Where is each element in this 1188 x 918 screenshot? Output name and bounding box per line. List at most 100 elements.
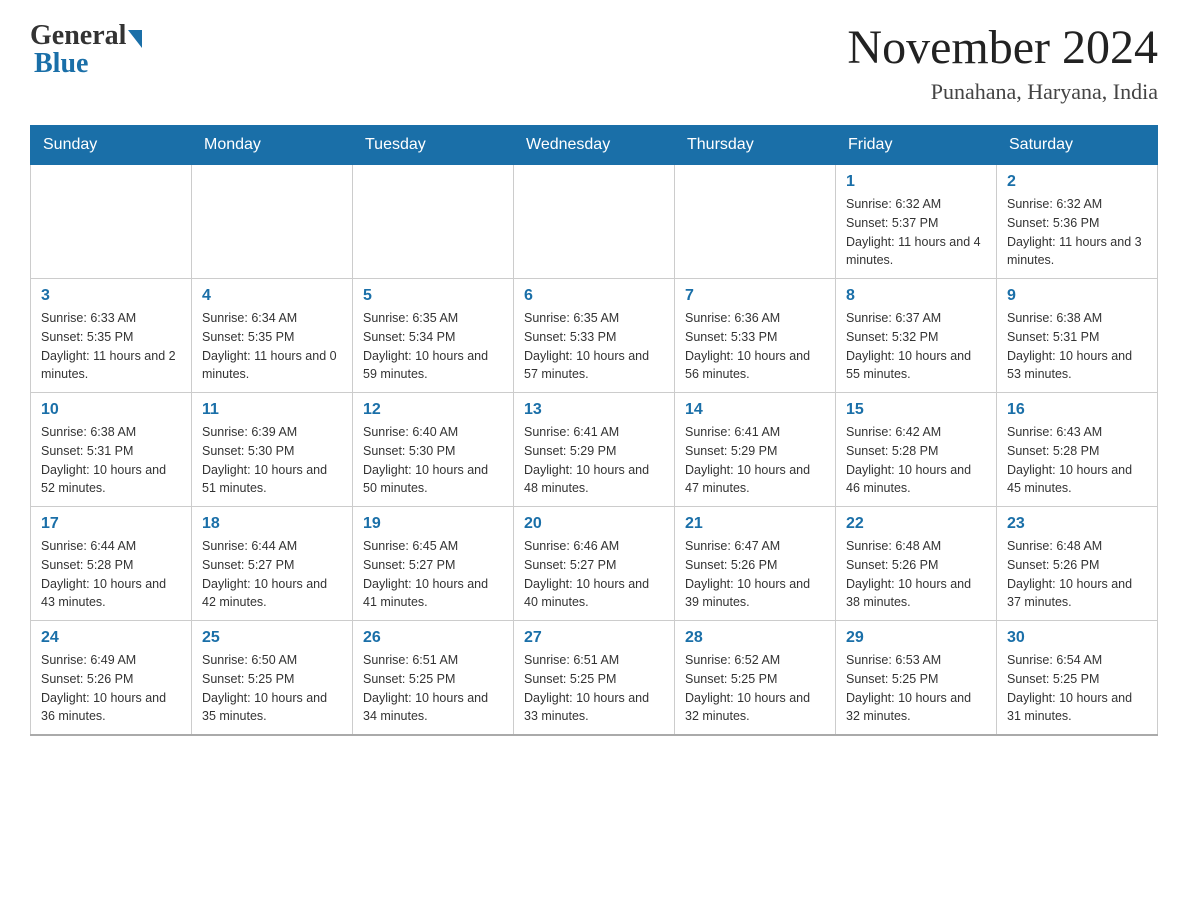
day-info: Sunrise: 6:35 AM Sunset: 5:34 PM Dayligh… (363, 309, 503, 384)
day-number: 21 (685, 515, 825, 533)
day-info: Sunrise: 6:44 AM Sunset: 5:28 PM Dayligh… (41, 537, 181, 612)
calendar-cell: 29 Sunrise: 6:53 AM Sunset: 5:25 PM Dayli… (836, 621, 997, 736)
day-info: Sunrise: 6:46 AM Sunset: 5:27 PM Dayligh… (524, 537, 664, 612)
calendar-cell: 16 Sunrise: 6:43 AM Sunset: 5:28 PM Dayli… (997, 393, 1158, 507)
calendar-cell (675, 165, 836, 279)
calendar-cell: 24Sunrise: 6:49 AM Sunset: 5:26 PM Dayli… (31, 621, 192, 736)
logo: General Blue (30, 20, 142, 80)
calendar-cell: 3 Sunrise: 6:33 AM Sunset: 5:35 PM Daylig… (31, 279, 192, 393)
calendar-week-1: 1 Sunrise: 6:32 AM Sunset: 5:37 PM Daylig… (31, 165, 1158, 279)
calendar-header-row: SundayMondayTuesdayWednesdayThursdayFrid… (31, 126, 1158, 165)
calendar-cell: 17 Sunrise: 6:44 AM Sunset: 5:28 PM Dayli… (31, 507, 192, 621)
day-number: 14 (685, 401, 825, 419)
calendar-cell: 12 Sunrise: 6:40 AM Sunset: 5:30 PM Dayli… (353, 393, 514, 507)
calendar-cell: 18 Sunrise: 6:44 AM Sunset: 5:27 PM Dayli… (192, 507, 353, 621)
day-number: 10 (41, 401, 181, 419)
weekday-header-tuesday: Tuesday (353, 126, 514, 165)
calendar-cell: 19 Sunrise: 6:45 AM Sunset: 5:27 PM Dayli… (353, 507, 514, 621)
title-area: November 2024 Punahana, Haryana, India (847, 20, 1158, 105)
day-info: Sunrise: 6:41 AM Sunset: 5:29 PM Dayligh… (685, 423, 825, 498)
day-info: Sunrise: 6:52 AM Sunset: 5:25 PM Dayligh… (685, 651, 825, 726)
calendar-cell: 25 Sunrise: 6:50 AM Sunset: 5:25 PM Dayli… (192, 621, 353, 736)
calendar-cell (353, 165, 514, 279)
day-info: Sunrise: 6:33 AM Sunset: 5:35 PM Dayligh… (41, 309, 181, 384)
location-text: Punahana, Haryana, India (847, 79, 1158, 105)
day-info: Sunrise: 6:38 AM Sunset: 5:31 PM Dayligh… (1007, 309, 1147, 384)
day-number: 25 (202, 629, 342, 647)
day-info: Sunrise: 6:36 AM Sunset: 5:33 PM Dayligh… (685, 309, 825, 384)
day-info: Sunrise: 6:39 AM Sunset: 5:30 PM Dayligh… (202, 423, 342, 498)
day-info: Sunrise: 6:32 AM Sunset: 5:37 PM Dayligh… (846, 195, 986, 270)
day-number: 9 (1007, 287, 1147, 305)
calendar-cell (192, 165, 353, 279)
calendar-table: SundayMondayTuesdayWednesdayThursdayFrid… (30, 125, 1158, 736)
calendar-cell: 11 Sunrise: 6:39 AM Sunset: 5:30 PM Dayli… (192, 393, 353, 507)
day-info: Sunrise: 6:37 AM Sunset: 5:32 PM Dayligh… (846, 309, 986, 384)
weekday-header-friday: Friday (836, 126, 997, 165)
day-info: Sunrise: 6:40 AM Sunset: 5:30 PM Dayligh… (363, 423, 503, 498)
calendar-cell: 9 Sunrise: 6:38 AM Sunset: 5:31 PM Daylig… (997, 279, 1158, 393)
calendar-cell: 10 Sunrise: 6:38 AM Sunset: 5:31 PM Dayli… (31, 393, 192, 507)
page-header: General Blue November 2024 Punahana, Har… (30, 20, 1158, 105)
day-number: 12 (363, 401, 503, 419)
calendar-cell: 20Sunrise: 6:46 AM Sunset: 5:27 PM Dayli… (514, 507, 675, 621)
day-number: 7 (685, 287, 825, 305)
day-info: Sunrise: 6:43 AM Sunset: 5:28 PM Dayligh… (1007, 423, 1147, 498)
calendar-week-5: 24Sunrise: 6:49 AM Sunset: 5:26 PM Dayli… (31, 621, 1158, 736)
calendar-cell: 4 Sunrise: 6:34 AM Sunset: 5:35 PM Daylig… (192, 279, 353, 393)
day-info: Sunrise: 6:45 AM Sunset: 5:27 PM Dayligh… (363, 537, 503, 612)
day-number: 6 (524, 287, 664, 305)
day-number: 8 (846, 287, 986, 305)
calendar-cell: 7 Sunrise: 6:36 AM Sunset: 5:33 PM Daylig… (675, 279, 836, 393)
day-info: Sunrise: 6:51 AM Sunset: 5:25 PM Dayligh… (524, 651, 664, 726)
weekday-header-monday: Monday (192, 126, 353, 165)
weekday-header-saturday: Saturday (997, 126, 1158, 165)
weekday-header-wednesday: Wednesday (514, 126, 675, 165)
day-number: 26 (363, 629, 503, 647)
day-info: Sunrise: 6:50 AM Sunset: 5:25 PM Dayligh… (202, 651, 342, 726)
day-number: 18 (202, 515, 342, 533)
day-number: 28 (685, 629, 825, 647)
calendar-week-4: 17 Sunrise: 6:44 AM Sunset: 5:28 PM Dayli… (31, 507, 1158, 621)
day-info: Sunrise: 6:48 AM Sunset: 5:26 PM Dayligh… (1007, 537, 1147, 612)
day-number: 1 (846, 173, 986, 191)
day-number: 17 (41, 515, 181, 533)
day-number: 13 (524, 401, 664, 419)
calendar-cell: 23 Sunrise: 6:48 AM Sunset: 5:26 PM Dayli… (997, 507, 1158, 621)
day-number: 2 (1007, 173, 1147, 191)
day-info: Sunrise: 6:34 AM Sunset: 5:35 PM Dayligh… (202, 309, 342, 384)
day-info: Sunrise: 6:51 AM Sunset: 5:25 PM Dayligh… (363, 651, 503, 726)
calendar-cell: 14 Sunrise: 6:41 AM Sunset: 5:29 PM Dayli… (675, 393, 836, 507)
day-number: 15 (846, 401, 986, 419)
calendar-cell: 15Sunrise: 6:42 AM Sunset: 5:28 PM Dayli… (836, 393, 997, 507)
day-info: Sunrise: 6:44 AM Sunset: 5:27 PM Dayligh… (202, 537, 342, 612)
calendar-cell: 26 Sunrise: 6:51 AM Sunset: 5:25 PM Dayli… (353, 621, 514, 736)
day-number: 22 (846, 515, 986, 533)
day-number: 29 (846, 629, 986, 647)
calendar-cell: 5 Sunrise: 6:35 AM Sunset: 5:34 PM Daylig… (353, 279, 514, 393)
day-info: Sunrise: 6:54 AM Sunset: 5:25 PM Dayligh… (1007, 651, 1147, 726)
day-info: Sunrise: 6:53 AM Sunset: 5:25 PM Dayligh… (846, 651, 986, 726)
calendar-cell: 8 Sunrise: 6:37 AM Sunset: 5:32 PM Daylig… (836, 279, 997, 393)
day-info: Sunrise: 6:41 AM Sunset: 5:29 PM Dayligh… (524, 423, 664, 498)
day-number: 5 (363, 287, 503, 305)
calendar-week-3: 10 Sunrise: 6:38 AM Sunset: 5:31 PM Dayli… (31, 393, 1158, 507)
calendar-cell: 28 Sunrise: 6:52 AM Sunset: 5:25 PM Dayli… (675, 621, 836, 736)
weekday-header-thursday: Thursday (675, 126, 836, 165)
day-number: 11 (202, 401, 342, 419)
calendar-cell (514, 165, 675, 279)
day-number: 19 (363, 515, 503, 533)
month-title: November 2024 (847, 20, 1158, 75)
day-number: 24 (41, 629, 181, 647)
day-info: Sunrise: 6:47 AM Sunset: 5:26 PM Dayligh… (685, 537, 825, 612)
day-number: 23 (1007, 515, 1147, 533)
logo-blue-text: Blue (30, 48, 88, 80)
calendar-cell: 13 Sunrise: 6:41 AM Sunset: 5:29 PM Dayli… (514, 393, 675, 507)
day-number: 30 (1007, 629, 1147, 647)
day-number: 16 (1007, 401, 1147, 419)
day-info: Sunrise: 6:38 AM Sunset: 5:31 PM Dayligh… (41, 423, 181, 498)
day-number: 27 (524, 629, 664, 647)
calendar-cell: 1 Sunrise: 6:32 AM Sunset: 5:37 PM Daylig… (836, 165, 997, 279)
day-number: 3 (41, 287, 181, 305)
day-number: 4 (202, 287, 342, 305)
